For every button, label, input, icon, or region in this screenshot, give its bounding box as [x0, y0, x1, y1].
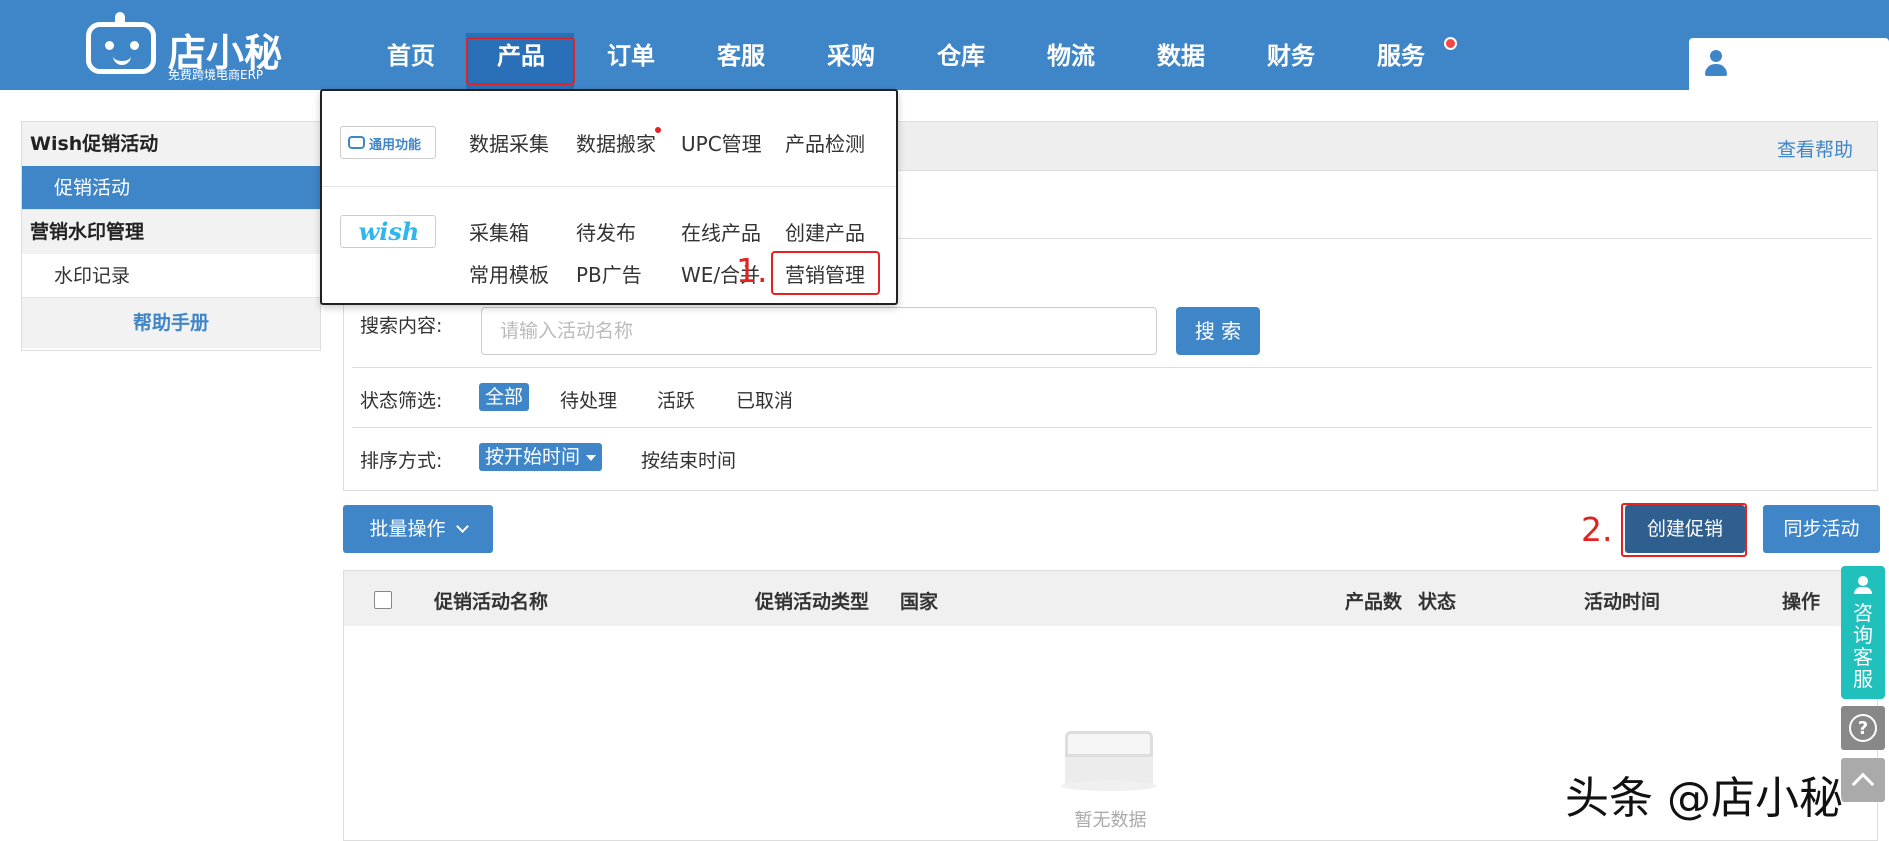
- sidebar-help-manual[interactable]: 帮助手册: [22, 298, 320, 348]
- sidebar-group-promotion: Wish促销活动: [22, 122, 320, 166]
- logo-subtitle: 免费跨境电商ERP: [168, 68, 264, 82]
- column-header-country: 国家: [900, 591, 939, 613]
- menu-item-create-product[interactable]: 创建产品: [785, 217, 865, 246]
- caret-down-icon: [586, 454, 597, 461]
- nav-item-home[interactable]: 首页: [356, 36, 466, 71]
- sync-activity-button[interactable]: 同步活动: [1763, 505, 1880, 553]
- sort-option-end-time[interactable]: 按结束时间: [641, 446, 736, 473]
- marketing-highlight-box: [771, 251, 880, 295]
- menu-item-data-collect[interactable]: 数据采集: [469, 128, 549, 157]
- sidebar-item-watermark-records[interactable]: 水印记录: [22, 254, 320, 298]
- menu-item-upc[interactable]: UPC管理: [681, 128, 762, 157]
- step1-annotation: 1.: [736, 251, 768, 290]
- column-header-product-count: 产品数: [1345, 591, 1403, 613]
- consult-service-button[interactable]: 咨询客服: [1841, 566, 1885, 699]
- status-option-pending[interactable]: 待处理: [560, 386, 617, 413]
- common-features-tag: 通用功能: [340, 126, 436, 159]
- chevron-up-icon: [1851, 772, 1875, 796]
- help-float-button[interactable]: ?: [1841, 706, 1885, 750]
- menu-item-product-check[interactable]: 产品检测: [785, 128, 865, 157]
- column-header-name: 促销活动名称: [434, 591, 549, 613]
- nav-item-purchase[interactable]: 采购: [796, 36, 906, 71]
- status-option-all[interactable]: 全部: [479, 383, 530, 411]
- menu-item-pb-ads[interactable]: PB广告: [576, 259, 642, 288]
- divider: [352, 427, 1872, 428]
- top-nav-bar: 店小秘 免费跨境电商ERP 首页 产品 订单 客服 采购 仓库 物流 数据 财务…: [0, 0, 1889, 90]
- robot-icon: [348, 136, 365, 149]
- product-dropdown-menu: 通用功能 数据采集 数据搬家 UPC管理 产品检测 wish 采集箱 待发布 在…: [320, 89, 898, 305]
- nav-item-finance[interactable]: 财务: [1236, 36, 1346, 71]
- empty-inbox-icon: [1061, 719, 1157, 791]
- nav-item-warehouse[interactable]: 仓库: [906, 36, 1016, 71]
- column-header-type: 促销活动类型: [755, 591, 870, 613]
- user-menu[interactable]: [1689, 38, 1889, 90]
- new-badge-dot: [655, 127, 661, 133]
- batch-operation-button[interactable]: 批量操作: [343, 505, 493, 553]
- menu-divider: [322, 186, 896, 187]
- menu-item-collect-box[interactable]: 采集箱: [469, 217, 529, 246]
- status-option-cancelled[interactable]: 已取消: [736, 386, 793, 413]
- view-help-link[interactable]: 查看帮助: [1777, 135, 1853, 162]
- inbox-shadow: [1061, 781, 1157, 791]
- nav-item-logistics[interactable]: 物流: [1016, 36, 1126, 71]
- sort-option-start-time-label: 按开始时间: [485, 446, 581, 468]
- column-header-actions: 操作: [1782, 591, 1821, 613]
- chevron-down-icon: [455, 520, 469, 533]
- divider: [352, 367, 1872, 368]
- column-header-status: 状态: [1418, 591, 1457, 613]
- column-header-time: 活动时间: [1584, 591, 1661, 613]
- sidebar: Wish促销活动 促销活动 营销水印管理 水印记录 帮助手册: [21, 121, 321, 351]
- search-button[interactable]: 搜 索: [1176, 307, 1260, 355]
- user-icon: [1703, 50, 1729, 76]
- sidebar-item-promotions[interactable]: 促销活动: [22, 166, 320, 210]
- sidebar-group-watermark: 营销水印管理: [22, 210, 320, 254]
- product-highlight-box: [466, 37, 575, 85]
- inbox-tray: [1065, 731, 1153, 784]
- search-input[interactable]: 请输入活动名称: [481, 307, 1157, 355]
- nav-item-service[interactable]: 客服: [686, 36, 796, 71]
- search-label: 搜索内容:: [360, 315, 443, 337]
- app-logo[interactable]: 店小秘 免费跨境电商ERP: [86, 12, 286, 82]
- select-all-checkbox[interactable]: [374, 591, 392, 609]
- watermark-text: 头条 @店小秘: [1565, 773, 1843, 824]
- robot-logo-icon: [86, 22, 156, 74]
- wish-tag: wish: [340, 215, 436, 248]
- sort-option-start-time[interactable]: 按开始时间: [479, 443, 603, 471]
- menu-item-data-migrate[interactable]: 数据搬家: [576, 128, 656, 157]
- table-header: 促销活动名称 促销活动类型 国家 产品数 状态 活动时间 操作: [344, 571, 1877, 626]
- nav-item-order[interactable]: 订单: [576, 36, 686, 71]
- nav-item-services[interactable]: 服务: [1346, 36, 1456, 71]
- status-filter-label: 状态筛选:: [360, 390, 443, 412]
- consult-service-label: 咨询客服: [1853, 601, 1873, 691]
- status-option-active[interactable]: 活跃: [657, 386, 695, 413]
- back-to-top-button[interactable]: [1841, 758, 1885, 802]
- common-features-label: 通用功能: [369, 138, 422, 153]
- notification-dot: [1444, 37, 1457, 50]
- nav-item-data[interactable]: 数据: [1126, 36, 1236, 71]
- wish-logo: wish: [358, 217, 420, 246]
- menu-item-templates[interactable]: 常用模板: [469, 259, 549, 288]
- step2-annotation: 2.: [1581, 510, 1613, 549]
- sort-label: 排序方式:: [360, 450, 443, 472]
- menu-item-online-products[interactable]: 在线产品: [681, 217, 761, 246]
- batch-operation-label: 批量操作: [369, 518, 446, 540]
- customer-service-icon: [1854, 576, 1872, 594]
- create-highlight-box: [1621, 503, 1747, 557]
- question-icon: ?: [1849, 714, 1877, 742]
- menu-item-pending-publish[interactable]: 待发布: [576, 217, 636, 246]
